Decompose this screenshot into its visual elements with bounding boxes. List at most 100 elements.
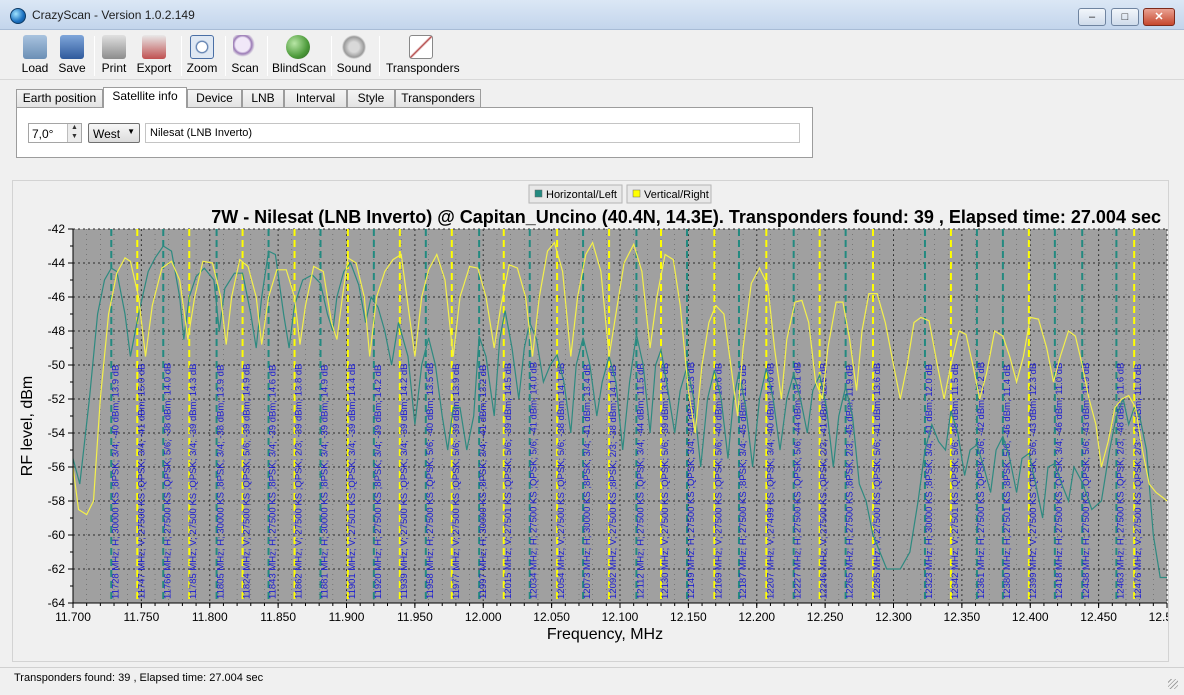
- spin-down-icon[interactable]: ▼: [67, 133, 81, 142]
- window-title: CrazyScan - Version 1.0.2.149: [32, 8, 195, 22]
- floppy-icon: [60, 35, 84, 59]
- transponder-label: 11824 MHz; V; 27500 KS ;QPSK; 5/6; -39 d…: [242, 363, 253, 599]
- y-axis-label: RF level, dBm: [19, 376, 36, 476]
- transponder-label: 12227 MHz; H; 27500 KS ;QPSK; 5/6; -44 d…: [793, 362, 804, 599]
- transponder-label: 11728 MHz; H; 30000 KS ;8PSK; 3/4; -40 d…: [110, 365, 121, 599]
- transponder-label: 11881 MHz; H; 30000 KS ;8PSK; 3/4; -39 d…: [320, 365, 331, 599]
- transponders-button[interactable]: Transponders: [386, 33, 460, 77]
- transponder-label: 11920 MHz; H; 27500 KS ;8PSK; 3/4; -39 d…: [373, 365, 384, 599]
- blindscan-label: BlindScan: [272, 61, 327, 75]
- zoom-icon: [190, 35, 214, 59]
- transponder-label: 11747 MHz; V; 27500 KS ;QPSK; 3/4; -41 d…: [136, 363, 147, 599]
- y-tick-label: -54: [48, 426, 66, 440]
- spectrum-chart-frame: Horizontal/Left Vertical/Right 7W - Nilesa…: [12, 180, 1169, 662]
- scan-label: Scan: [231, 61, 259, 75]
- magnifier-icon: [233, 35, 257, 59]
- x-tick-label: 11.950: [397, 610, 433, 624]
- y-tick-label: -52: [48, 392, 66, 406]
- x-tick-label: 11.800: [192, 610, 228, 624]
- save-label: Save: [58, 61, 86, 75]
- transponders-label: Transponders: [386, 61, 460, 75]
- transponder-label: 12015 MHz; V; 27501 KS ;QPSK; 5/6; -39 d…: [503, 363, 514, 599]
- folder-open-icon: [23, 35, 47, 59]
- transponder-label: 11977 MHz; V; 27500 KS ;QPSK; 5/6; -39 d…: [451, 363, 462, 599]
- satellite-name-value: Nilesat (LNB Inverto): [150, 127, 253, 139]
- maximize-button[interactable]: □: [1111, 8, 1139, 26]
- x-tick-label: 11.850: [260, 610, 296, 624]
- export-label: Export: [136, 61, 172, 75]
- tab-interval[interactable]: Interval: [284, 89, 347, 107]
- y-tick-label: -48: [48, 324, 66, 338]
- toolbar-separator: [267, 36, 268, 76]
- x-tick-label: 12.100: [602, 610, 639, 624]
- printer-icon: [102, 35, 126, 59]
- toolbar-separator: [379, 36, 380, 76]
- transponder-label: 12265 MHz; H; 27500 KS ;8PSK; 2/3; -45 d…: [845, 365, 856, 599]
- x-tick-label: 12.300: [875, 610, 912, 624]
- x-tick-label: 11.700: [55, 610, 91, 624]
- blindscan-button[interactable]: BlindScan: [272, 33, 327, 77]
- satellite-name-field[interactable]: Nilesat (LNB Inverto): [145, 123, 800, 143]
- spin-up-icon[interactable]: ▲: [67, 124, 81, 133]
- legend-label: Vertical/Right: [644, 189, 709, 201]
- load-button[interactable]: Load: [18, 33, 52, 77]
- toolbar-separator: [181, 36, 182, 76]
- x-tick-label: 11.750: [123, 610, 159, 624]
- x-tick-label: 12.400: [1012, 610, 1049, 624]
- transponder-label: 11862 MHz; V; 27500 KS ;QPSK; 2/3; -39 d…: [294, 363, 305, 599]
- print-label: Print: [101, 61, 127, 75]
- direction-select[interactable]: West ▼: [88, 123, 140, 143]
- transponder-label: 12112 MHz; H; 27500 KS ;QPSK; 3/4; -44 d…: [635, 363, 646, 599]
- close-button[interactable]: ✕: [1143, 8, 1175, 26]
- y-tick-label: -62: [48, 562, 66, 576]
- x-tick-label: 12.050: [533, 610, 570, 624]
- spectrum-chart[interactable]: Horizontal/Left Vertical/Right 7W - Nilesa…: [13, 181, 1168, 661]
- y-tick-label: -50: [48, 358, 66, 372]
- chevron-down-icon: ▼: [127, 127, 135, 136]
- y-tick-label: -56: [48, 460, 66, 474]
- chart-pencil-icon: [409, 35, 433, 59]
- x-tick-label: 12.200: [738, 610, 775, 624]
- tab-style[interactable]: Style: [347, 89, 395, 107]
- tab-transponders[interactable]: Transponders: [395, 89, 481, 107]
- transponder-label: 12438 MHz; H; 27500 KS ;QPSK; 5/6; -43 d…: [1081, 363, 1092, 599]
- export-button[interactable]: Export: [135, 33, 173, 77]
- x-tick-label: 12.250: [807, 610, 844, 624]
- load-label: Load: [21, 61, 49, 75]
- y-tick-label: -58: [48, 494, 66, 508]
- transponder-label: 12418 MHz; H; 27500 KS ;QPSK; 3/4; -46 d…: [1054, 363, 1065, 599]
- toolbar-separator: [331, 36, 332, 76]
- sound-button[interactable]: Sound: [336, 33, 372, 77]
- transponder-label: 12285 MHz; V; 27500 KS ;QPSK; 5/6; -41 d…: [872, 363, 883, 599]
- globe-icon: [286, 35, 310, 59]
- resize-grip-icon[interactable]: [1168, 679, 1178, 689]
- transponder-label: 11997 MHz; H; 30000 KS ;8PSK; 3/4; -41 d…: [478, 365, 489, 599]
- y-tick-label: -42: [48, 222, 66, 236]
- speaker-icon: [342, 35, 366, 59]
- transponder-label: 12476 MHz; V; 27500 KS ;QPSK; 2/3; -44 d…: [1133, 363, 1144, 599]
- zoom-button[interactable]: Zoom: [186, 33, 218, 77]
- scan-button[interactable]: Scan: [230, 33, 260, 77]
- x-tick-label: 12.350: [944, 610, 981, 624]
- status-text: Transponders found: 39 , Elapsed time: 2…: [14, 672, 264, 684]
- minimize-button[interactable]: –: [1078, 8, 1106, 26]
- transponder-label: 11958 MHz; H; 27500 KS ;QPSK; 5/6; -40 d…: [425, 363, 436, 599]
- transponder-label: 12073 MHz; H; 30000 KS ;8PSK; 3/4; -41 d…: [582, 364, 593, 599]
- x-tick-label: 12.150: [670, 610, 707, 624]
- status-bar: Transponders found: 39 , Elapsed time: 2…: [0, 667, 1184, 695]
- sound-label: Sound: [336, 61, 372, 75]
- tab-lnb[interactable]: LNB: [242, 89, 284, 107]
- print-button[interactable]: Print: [99, 33, 129, 77]
- orbital-position-value: 7,0°: [32, 127, 54, 141]
- transponder-label: 12399 MHz; V; 27500 KS ;QPSK; 5/6; -43 d…: [1028, 363, 1039, 599]
- tab-satellite-info[interactable]: Satellite info: [103, 87, 187, 108]
- orbital-position-spinner[interactable]: 7,0° ▲ ▼: [28, 123, 82, 143]
- transponder-label: 12054 MHz; V; 27500 KS ;QPSK; 5/6; -38 d…: [556, 363, 567, 599]
- tab-device[interactable]: Device: [187, 89, 242, 107]
- transponder-label: 12034 MHz; H; 27500 KS ;QPSK; 5/6; -41 d…: [529, 362, 540, 599]
- transponder-label: 12187 MHz; H; 27500 KS ;8PSK; 3/4; -45 d…: [738, 365, 749, 599]
- tab-earth-position[interactable]: Earth position: [16, 89, 103, 107]
- save-button[interactable]: Save: [56, 33, 88, 77]
- y-tick-label: -64: [48, 596, 66, 610]
- transponder-label: 12149 MHz; H; 27500 KS ;QPSK; 3/4; -44 d…: [686, 362, 697, 599]
